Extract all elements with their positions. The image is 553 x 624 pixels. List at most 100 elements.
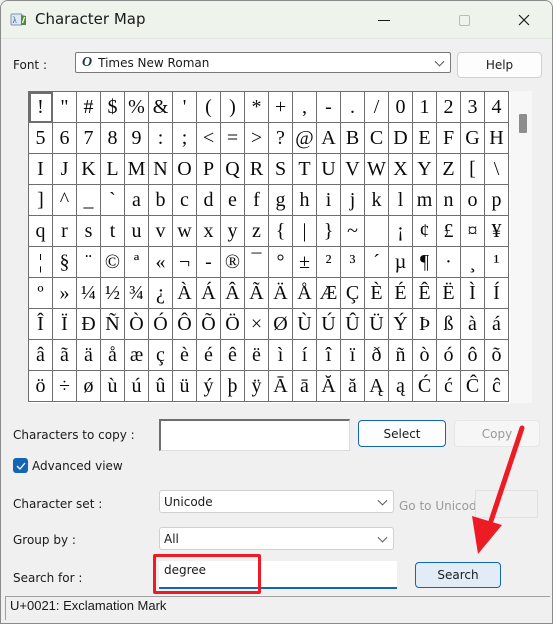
character-cell[interactable]: n bbox=[437, 185, 461, 216]
character-cell[interactable]: c bbox=[173, 185, 197, 216]
character-cell[interactable]: ¹ bbox=[485, 247, 509, 278]
character-cell[interactable]: ä bbox=[77, 340, 101, 371]
character-cell[interactable]: ą bbox=[389, 371, 413, 402]
character-cell[interactable]: _ bbox=[77, 185, 101, 216]
advanced-view-checkbox[interactable] bbox=[13, 458, 28, 473]
character-cell[interactable]: ¸ bbox=[461, 247, 485, 278]
character-cell[interactable]: : bbox=[149, 123, 173, 154]
character-cell[interactable]: # bbox=[77, 92, 101, 123]
character-cell[interactable]: Ï bbox=[53, 309, 77, 340]
character-cell[interactable]: ¥ bbox=[485, 216, 509, 247]
character-cell[interactable]: b bbox=[149, 185, 173, 216]
font-dropdown[interactable]: O Times New Roman bbox=[75, 52, 451, 73]
character-cell[interactable]: 8 bbox=[101, 123, 125, 154]
character-cell[interactable]: ; bbox=[173, 123, 197, 154]
character-cell[interactable]: g bbox=[269, 185, 293, 216]
character-cell[interactable]: ¬ bbox=[173, 247, 197, 278]
character-cell[interactable]: ´ bbox=[365, 247, 389, 278]
character-cell[interactable]: } bbox=[317, 216, 341, 247]
character-cell[interactable]: Ã bbox=[245, 278, 269, 309]
character-cell[interactable]: Ä bbox=[269, 278, 293, 309]
character-cell[interactable]: Ý bbox=[389, 309, 413, 340]
character-cell[interactable]: | bbox=[293, 216, 317, 247]
character-cell[interactable]: v bbox=[149, 216, 173, 247]
character-cell[interactable]: ¦ bbox=[29, 247, 53, 278]
character-cell[interactable]: ® bbox=[221, 247, 245, 278]
character-cell[interactable]: - bbox=[317, 92, 341, 123]
character-cell[interactable]: i bbox=[317, 185, 341, 216]
character-cell[interactable]: ` bbox=[101, 185, 125, 216]
character-cell[interactable]: á bbox=[485, 309, 509, 340]
character-cell[interactable]: p bbox=[485, 185, 509, 216]
character-cell[interactable]: ñ bbox=[389, 340, 413, 371]
scrollbar-thumb[interactable] bbox=[519, 114, 527, 133]
character-cell[interactable]: ð bbox=[365, 340, 389, 371]
character-cell[interactable]: O bbox=[173, 154, 197, 185]
character-cell[interactable]: J bbox=[53, 154, 77, 185]
character-cell[interactable]: ĉ bbox=[485, 371, 509, 402]
character-cell[interactable]: Ó bbox=[149, 309, 173, 340]
character-cell[interactable]: ¢ bbox=[413, 216, 437, 247]
character-cell[interactable]: T bbox=[293, 154, 317, 185]
character-cell[interactable]: x bbox=[197, 216, 221, 247]
character-cell[interactable]: r bbox=[53, 216, 77, 247]
character-cell[interactable]: Z bbox=[437, 154, 461, 185]
select-button[interactable]: Select bbox=[358, 420, 446, 447]
character-cell[interactable]: Ú bbox=[317, 309, 341, 340]
character-cell[interactable]: Ă bbox=[317, 371, 341, 402]
character-cell[interactable]: m bbox=[413, 185, 437, 216]
character-cell[interactable]: æ bbox=[125, 340, 149, 371]
character-cell[interactable]: Ĉ bbox=[461, 371, 485, 402]
character-cell[interactable]: · bbox=[437, 247, 461, 278]
character-cell[interactable]: e bbox=[221, 185, 245, 216]
character-cell[interactable]: \ bbox=[485, 154, 509, 185]
character-cell[interactable]: Í bbox=[485, 278, 509, 309]
character-cell[interactable]: Ü bbox=[365, 309, 389, 340]
character-cell[interactable]: Ö bbox=[221, 309, 245, 340]
character-cell[interactable]: « bbox=[149, 247, 173, 278]
character-cell[interactable]: > bbox=[245, 123, 269, 154]
character-cell[interactable]: ( bbox=[197, 92, 221, 123]
character-cell[interactable]: d bbox=[197, 185, 221, 216]
character-cell[interactable]: ¡ bbox=[389, 216, 413, 247]
go-to-unicode-input[interactable] bbox=[475, 490, 538, 518]
character-cell[interactable]: ø bbox=[77, 371, 101, 402]
character-cell[interactable]: C bbox=[365, 123, 389, 154]
character-cell[interactable]: w bbox=[173, 216, 197, 247]
character-cell[interactable]: ă bbox=[341, 371, 365, 402]
character-cell[interactable]: f bbox=[245, 185, 269, 216]
character-cell[interactable]: j bbox=[341, 185, 365, 216]
character-cell[interactable]: Å bbox=[293, 278, 317, 309]
character-cell[interactable]: ¨ bbox=[77, 247, 101, 278]
character-cell[interactable]: » bbox=[53, 278, 77, 309]
character-cell[interactable]: Þ bbox=[413, 309, 437, 340]
character-cell[interactable]: ¿ bbox=[149, 278, 173, 309]
character-cell[interactable]: ò bbox=[413, 340, 437, 371]
character-cell[interactable]: N bbox=[149, 154, 173, 185]
character-cell[interactable]: Ê bbox=[413, 278, 437, 309]
character-cell[interactable]: Q bbox=[221, 154, 245, 185]
character-cell[interactable]: ć bbox=[437, 371, 461, 402]
character-cell[interactable]: ó bbox=[437, 340, 461, 371]
character-cell[interactable]: " bbox=[53, 92, 77, 123]
character-cell[interactable]: ì bbox=[269, 340, 293, 371]
group-by-dropdown[interactable]: All bbox=[159, 527, 394, 550]
character-cell[interactable]: U bbox=[317, 154, 341, 185]
character-set-dropdown[interactable]: Unicode bbox=[159, 490, 394, 513]
character-cell[interactable]: Ç bbox=[341, 278, 365, 309]
character-cell[interactable]: 9 bbox=[125, 123, 149, 154]
search-button[interactable]: Search bbox=[415, 562, 501, 588]
character-cell[interactable]: ~ bbox=[341, 216, 365, 247]
character-cell[interactable]: k bbox=[365, 185, 389, 216]
character-cell[interactable]: ] bbox=[29, 185, 53, 216]
character-cell[interactable]: Æ bbox=[317, 278, 341, 309]
character-cell[interactable]: É bbox=[389, 278, 413, 309]
character-cell[interactable]: ÿ bbox=[245, 371, 269, 402]
character-cell[interactable]: ü bbox=[173, 371, 197, 402]
character-cell[interactable]: V bbox=[341, 154, 365, 185]
character-cell[interactable]: = bbox=[221, 123, 245, 154]
character-cell[interactable]: < bbox=[197, 123, 221, 154]
character-cell[interactable]: ¼ bbox=[77, 278, 101, 309]
character-cell[interactable]: A bbox=[317, 123, 341, 154]
character-cell[interactable]: P bbox=[197, 154, 221, 185]
